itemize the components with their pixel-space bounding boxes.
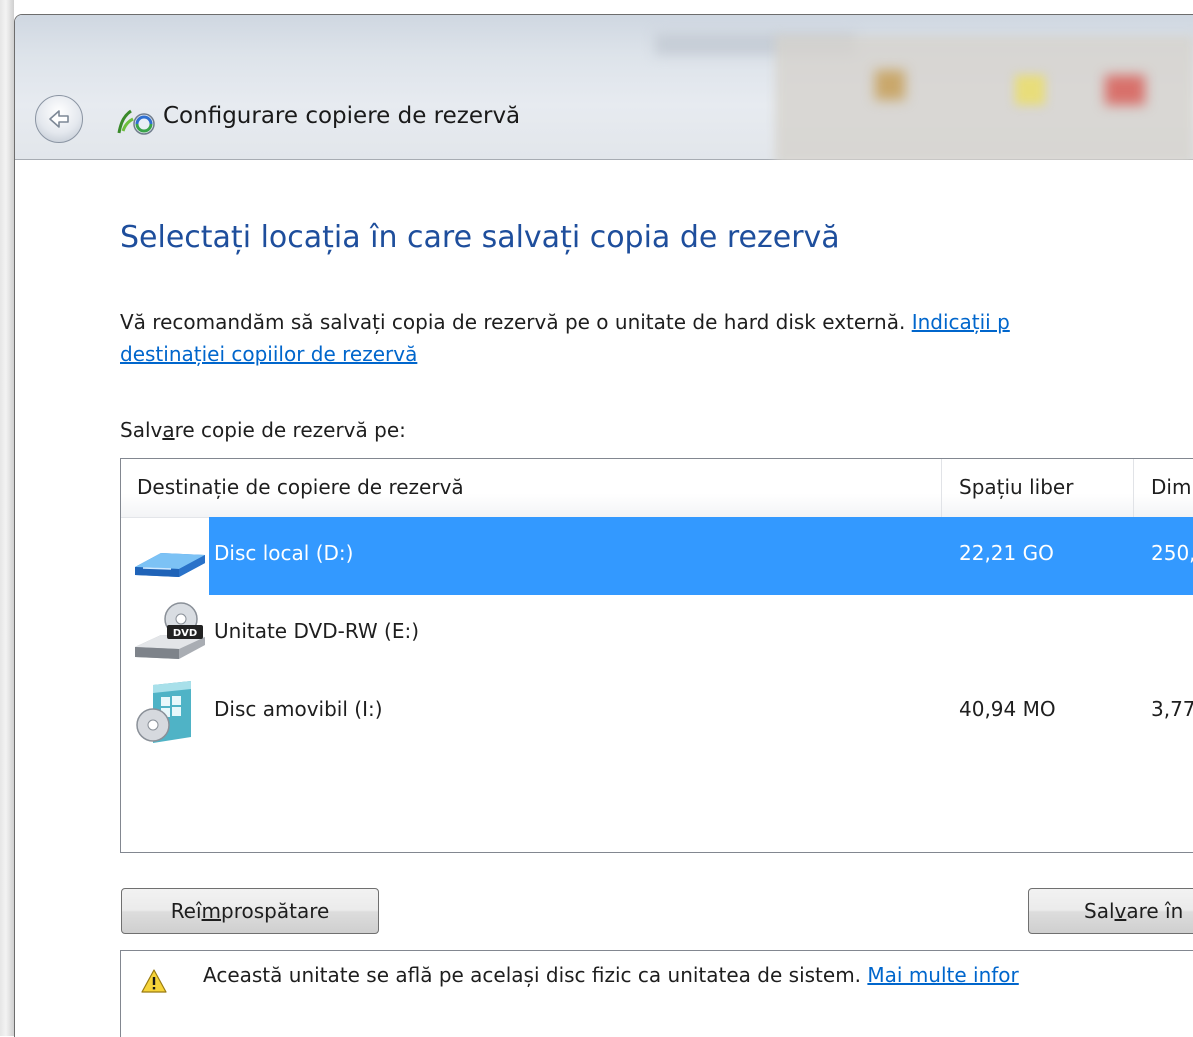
hard-drive-icon — [135, 553, 205, 577]
wizard-content: Selectați locația în care salvați copia … — [15, 160, 1193, 1037]
list-item-removable-disk-i[interactable]: Disc amovibil (I:) 40,94 MO 3,77 — [121, 673, 1193, 751]
list-item-local-disk-d[interactable]: Disc local (D:) 22,21 GO 250, — [121, 517, 1193, 595]
save-location-label: Salvare copie de rezervă pe: — [120, 418, 406, 442]
page-heading: Selectați locația în care salvați copia … — [120, 220, 840, 255]
backup-destination-list[interactable]: Destinație de copiere de rezervă Spațiu … — [120, 458, 1193, 853]
description-text: Vă recomandăm să salvați copia de rezerv… — [120, 310, 912, 334]
free-space-value: 22,21 GO — [959, 541, 1054, 565]
warning-text: Această unitate se află pe același disc … — [203, 963, 1019, 987]
size-value: 3,77 — [1151, 697, 1193, 721]
free-space-value: 40,94 MO — [959, 697, 1056, 721]
save-settings-button[interactable]: Salvare în — [1028, 888, 1193, 934]
svg-text:DVD: DVD — [173, 628, 197, 639]
removable-disk-icon — [136, 681, 191, 743]
backup-app-icon — [117, 109, 155, 135]
destination-name: Disc local (D:) — [214, 541, 354, 565]
refresh-button[interactable]: Reîmprospătare — [121, 888, 379, 934]
backup-wizard-window: Configurare copiere de rezervă Selectați… — [14, 14, 1193, 1037]
guidance-link[interactable]: Indicații p — [912, 310, 1010, 334]
list-item-dvd-rw-e[interactable]: DVD Unitate DVD-RW (E:) — [121, 595, 1193, 673]
destination-name: Disc amovibil (I:) — [214, 697, 383, 721]
size-value: 250, — [1151, 541, 1193, 565]
background-window-edge — [0, 0, 26, 1036]
description: Vă recomandăm să salvați copia de rezerv… — [120, 306, 1193, 370]
destination-name: Unitate DVD-RW (E:) — [214, 619, 420, 643]
warning-icon — [141, 969, 167, 993]
back-button[interactable] — [35, 95, 83, 143]
guidance-link-continued[interactable]: destinației copiilor de rezervă — [120, 342, 417, 366]
more-info-link[interactable]: Mai multe infor — [867, 963, 1018, 987]
column-header-size[interactable]: Dim — [1151, 475, 1191, 499]
warning-info-box: Această unitate se află pe același disc … — [120, 950, 1193, 1037]
column-header-destination[interactable]: Destinație de copiere de rezervă — [137, 475, 464, 499]
dvd-drive-icon: DVD — [135, 602, 205, 659]
back-arrow-icon — [49, 110, 69, 128]
window-title: Configurare copiere de rezervă — [163, 103, 521, 129]
list-header: Destinație de copiere de rezervă Spațiu … — [121, 459, 1193, 518]
title-bar: Configurare copiere de rezervă — [15, 15, 1193, 165]
column-header-free-space[interactable]: Spațiu liber — [959, 475, 1073, 499]
